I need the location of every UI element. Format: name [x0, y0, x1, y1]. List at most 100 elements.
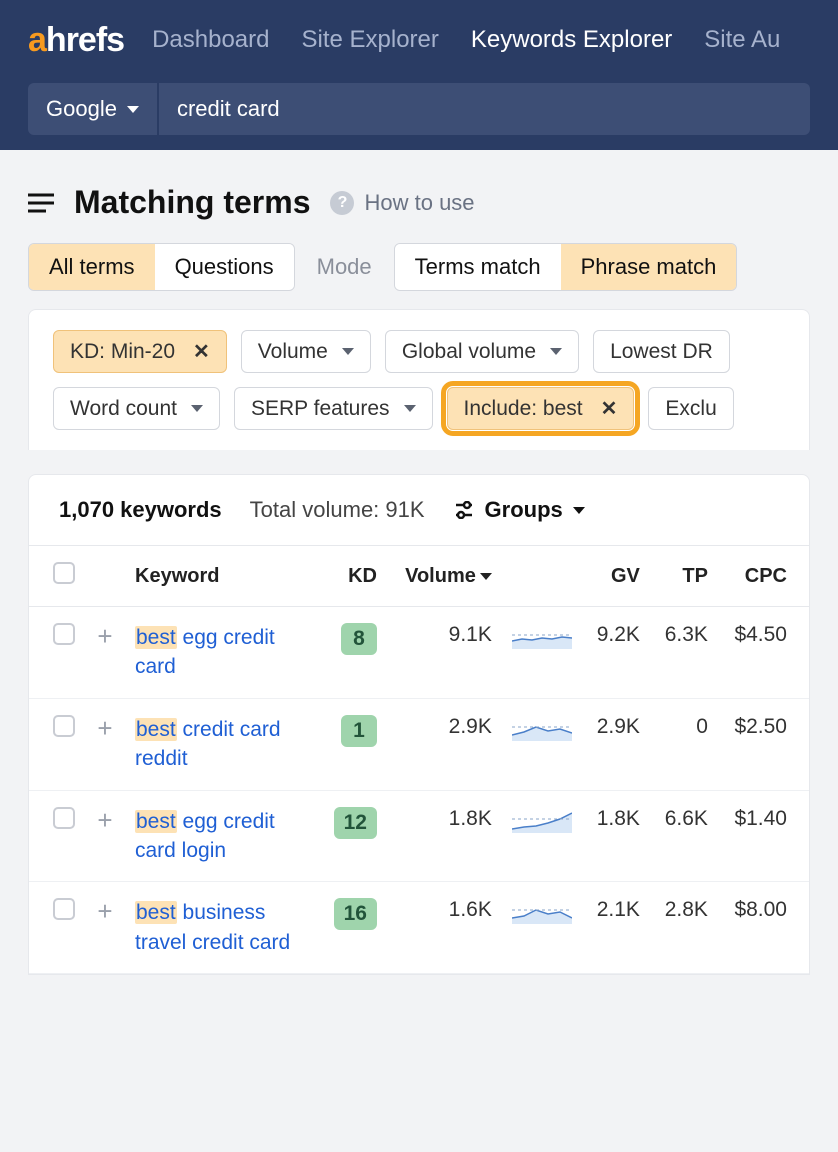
col-kd[interactable]: KD	[319, 546, 387, 607]
cpc-cell: $1.40	[718, 790, 809, 882]
how-to-use-label: How to use	[364, 190, 474, 216]
chevron-down-icon	[342, 348, 354, 355]
close-icon[interactable]: ✕	[193, 339, 210, 364]
col-tp[interactable]: TP	[650, 546, 718, 607]
col-cpc[interactable]: CPC	[718, 546, 809, 607]
search-engine-select[interactable]: Google	[28, 83, 157, 135]
chevron-down-icon	[404, 405, 416, 412]
add-keyword-button[interactable]: +	[97, 805, 112, 835]
kd-badge: 12	[334, 807, 377, 839]
filter-chip[interactable]: Exclu	[648, 387, 733, 430]
gv-cell: 9.2K	[582, 607, 650, 699]
tab[interactable]: All terms	[29, 244, 155, 290]
filter-chip[interactable]: KD: Min-20 ✕	[53, 330, 227, 373]
filter-chip[interactable]: Include: best ✕	[447, 387, 635, 430]
highlight: best	[135, 810, 177, 833]
tab[interactable]: Questions	[155, 244, 294, 290]
page-header: Matching terms ? How to use	[0, 150, 838, 243]
nav-link[interactable]: Site Au	[704, 26, 780, 54]
tp-cell: 6.6K	[650, 790, 718, 882]
highlight: best	[135, 718, 177, 741]
add-keyword-button[interactable]: +	[97, 713, 112, 743]
filter-panel: KD: Min-20✕VolumeGlobal volumeLowest DR …	[28, 309, 810, 450]
volume-cell: 1.6K	[387, 882, 502, 974]
nav-link[interactable]: Dashboard	[152, 26, 269, 54]
sort-desc-icon	[480, 573, 492, 580]
cpc-cell: $8.00	[718, 882, 809, 974]
row-checkbox[interactable]	[53, 898, 75, 920]
highlight: best	[135, 901, 177, 924]
add-keyword-button[interactable]: +	[97, 896, 112, 926]
filter-label: Volume	[258, 340, 328, 364]
keyword-search-input[interactable]	[159, 83, 810, 135]
keyword-link[interactable]: best business travel credit card	[135, 898, 295, 957]
chevron-down-icon	[550, 348, 562, 355]
col-gv[interactable]: GV	[582, 546, 650, 607]
filter-label: Global volume	[402, 340, 536, 364]
col-keyword[interactable]: Keyword	[125, 546, 319, 607]
keyword-link[interactable]: best egg credit card	[135, 623, 295, 682]
tab[interactable]: Terms match	[395, 244, 561, 290]
volume-cell: 2.9K	[387, 698, 502, 790]
keyword-link[interactable]: best credit card reddit	[135, 715, 295, 774]
search-engine-label: Google	[46, 96, 117, 122]
filter-chip[interactable]: Lowest DR	[593, 330, 730, 373]
filter-chip[interactable]: SERP features	[234, 387, 433, 430]
select-all-checkbox[interactable]	[53, 562, 75, 584]
logo[interactable]: ahrefs	[28, 21, 124, 60]
row-checkbox[interactable]	[53, 623, 75, 645]
tp-cell: 6.3K	[650, 607, 718, 699]
filter-label: SERP features	[251, 397, 390, 421]
close-icon[interactable]: ✕	[601, 396, 618, 421]
mode-tab-group: Terms matchPhrase match	[394, 243, 738, 291]
total-volume: Total volume: 91K	[250, 497, 425, 523]
keyword-count: 1,070 keywords	[59, 497, 222, 523]
filter-label: Include: best	[464, 397, 583, 421]
volume-cell: 1.8K	[387, 790, 502, 882]
filter-row: Word count SERP features Include: best ✕ Exc…	[53, 387, 785, 430]
chevron-down-icon	[191, 405, 203, 412]
filter-label: Exclu	[665, 397, 716, 421]
volume-cell: 9.1K	[387, 607, 502, 699]
tp-cell: 2.8K	[650, 882, 718, 974]
filter-chip[interactable]: Global volume	[385, 330, 579, 373]
cpc-cell: $2.50	[718, 698, 809, 790]
top-nav: ahrefs Dashboard Site Explorer Keywords Ex…	[0, 0, 838, 80]
tab[interactable]: Phrase match	[561, 244, 737, 290]
kd-badge: 8	[341, 623, 377, 655]
gv-cell: 2.1K	[582, 882, 650, 974]
filter-label: Lowest DR	[610, 340, 713, 364]
how-to-use-link[interactable]: ? How to use	[330, 190, 474, 216]
gv-cell: 2.9K	[582, 698, 650, 790]
page-title: Matching terms	[74, 184, 310, 221]
trend-sparkline	[512, 807, 572, 833]
table-row: + best credit card reddit 1 2.9K 2.9K 0 …	[29, 698, 809, 790]
filter-chip[interactable]: Volume	[241, 330, 371, 373]
filter-label: KD: Min-20	[70, 340, 175, 364]
kd-badge: 16	[334, 898, 377, 930]
keyword-link[interactable]: best egg credit card login	[135, 807, 295, 866]
stats-row: 1,070 keywords Total volume: 91K Groups	[29, 475, 809, 545]
results-panel: 1,070 keywords Total volume: 91K Groups …	[28, 474, 810, 975]
menu-icon[interactable]	[28, 193, 54, 213]
nav-link[interactable]: Site Explorer	[301, 26, 438, 54]
cpc-cell: $4.50	[718, 607, 809, 699]
filter-chip[interactable]: Word count	[53, 387, 220, 430]
nav-link[interactable]: Keywords Explorer	[471, 26, 672, 54]
keywords-table: Keyword KD Volume GV TP CPC + best egg c…	[29, 545, 809, 974]
terms-tab-group: All termsQuestions	[28, 243, 295, 291]
search-row: Google	[0, 80, 838, 150]
chevron-down-icon	[127, 106, 139, 113]
chevron-down-icon	[573, 507, 585, 514]
table-row: + best egg credit card 8 9.1K 9.2K 6.3K …	[29, 607, 809, 699]
trend-sparkline	[512, 623, 572, 649]
groups-toggle[interactable]: Groups	[453, 497, 585, 523]
add-keyword-button[interactable]: +	[97, 621, 112, 651]
table-row: + best egg credit card login 12 1.8K 1.8…	[29, 790, 809, 882]
row-checkbox[interactable]	[53, 807, 75, 829]
highlight: best	[135, 626, 177, 649]
sliders-icon	[453, 501, 475, 519]
filter-row: KD: Min-20 ✕ Volume Global volume Lowest DR	[53, 330, 785, 373]
row-checkbox[interactable]	[53, 715, 75, 737]
col-volume[interactable]: Volume	[387, 546, 502, 607]
